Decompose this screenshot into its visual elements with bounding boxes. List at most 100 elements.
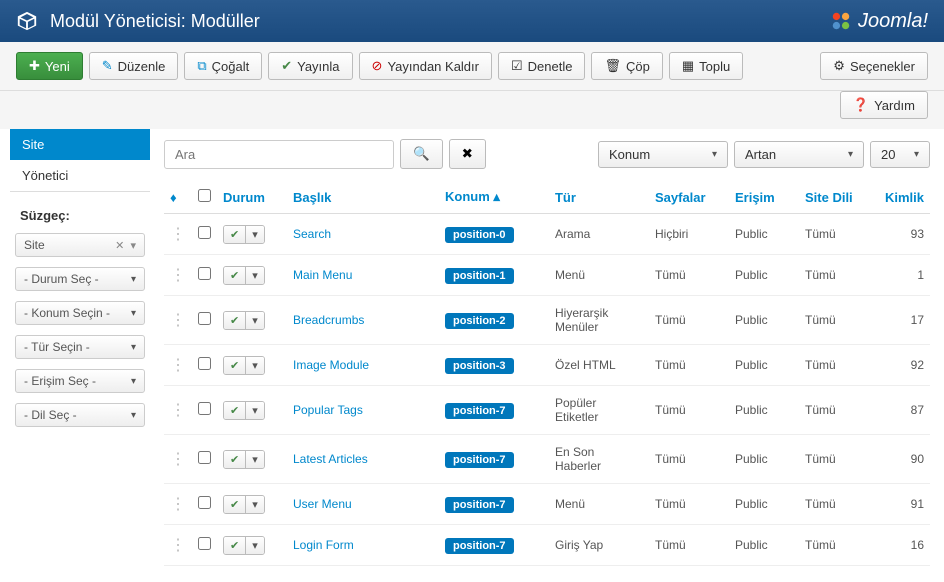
gear-icon: ⚙: [833, 58, 845, 74]
table-row: ⋮✔▾Popular Tagsposition-7Popüler Etiketl…: [164, 386, 930, 435]
batch-icon: ▦: [682, 58, 694, 74]
publish-button[interactable]: ✔Yayınla: [268, 52, 352, 80]
filter-site[interactable]: Site ✕ ▾: [15, 233, 145, 257]
drag-handle-icon[interactable]: ⋮: [170, 226, 186, 243]
sort-direction-select[interactable]: Artan▾: [734, 141, 864, 168]
row-checkbox[interactable]: [198, 496, 211, 509]
filter-type[interactable]: - Tür Seçin -▾: [15, 335, 145, 359]
module-title-link[interactable]: User Menu: [293, 497, 352, 511]
col-status[interactable]: Durum: [217, 181, 287, 214]
edit-icon: ✎: [102, 58, 113, 74]
col-id[interactable]: Kimlik: [879, 181, 930, 214]
drag-handle-icon[interactable]: ⋮: [170, 357, 186, 374]
search-button[interactable]: 🔍: [400, 139, 443, 169]
chevron-down-icon: ▾: [712, 149, 717, 160]
clear-icon[interactable]: ✕ ▾: [115, 239, 136, 252]
col-language[interactable]: Site Dili: [799, 181, 879, 214]
table-row: ⋮✔▾Searchposition-0AramaHiçbiriPublicTüm…: [164, 214, 930, 255]
drag-handle-icon[interactable]: ⋮: [170, 312, 186, 329]
chevron-down-icon: ▾: [131, 342, 136, 353]
row-checkbox[interactable]: [198, 226, 211, 239]
drag-handle-icon[interactable]: ⋮: [170, 496, 186, 513]
sidebar-tab-site[interactable]: Site: [10, 129, 150, 160]
status-toggle[interactable]: ✔▾: [223, 356, 265, 375]
drag-handle-icon[interactable]: ⋮: [170, 402, 186, 419]
filter-language[interactable]: - Dil Seç -▾: [15, 403, 145, 427]
filter-site-label: Site: [24, 238, 45, 252]
col-pages[interactable]: Sayfalar: [649, 181, 729, 214]
unpublish-button[interactable]: ⊘Yayından Kaldır: [359, 52, 492, 80]
sidebar: Site Yönetici Süzgeç: Site✕ ▾ - Durum Se…: [0, 129, 150, 576]
edit-button[interactable]: ✎Düzenle: [89, 52, 179, 80]
filter-status[interactable]: - Durum Seç - ▾: [15, 267, 145, 291]
search-icon: 🔍: [413, 146, 430, 161]
module-title-link[interactable]: Popular Tags: [293, 403, 363, 417]
main: Site Yönetici Süzgeç: Site✕ ▾ - Durum Se…: [0, 129, 944, 576]
chevron-down-icon: ▾: [131, 274, 136, 285]
drag-handle-icon[interactable]: ⋮: [170, 451, 186, 468]
cell-pages: Hiçbiri: [649, 214, 729, 255]
clear-search-button[interactable]: ✖: [449, 139, 486, 169]
status-toggle[interactable]: ✔▾: [223, 266, 265, 285]
module-title-link[interactable]: Breadcrumbs: [293, 313, 364, 327]
module-title-link[interactable]: Latest Articles: [293, 452, 368, 466]
cell-language: Tümü: [799, 214, 879, 255]
checkin-button[interactable]: ☑Denetle: [498, 52, 585, 80]
drag-handle-icon[interactable]: ⋮: [170, 537, 186, 554]
module-title-link[interactable]: Login Form: [293, 538, 354, 552]
published-icon: ✔: [224, 357, 246, 374]
batch-label: Toplu: [699, 59, 730, 74]
filter-access[interactable]: - Erişim Seç -▾: [15, 369, 145, 393]
col-position[interactable]: Konum ▴: [439, 181, 549, 214]
filter-status-label: - Durum Seç -: [24, 272, 99, 286]
select-all-checkbox[interactable]: [198, 189, 211, 202]
sidebar-tab-admin[interactable]: Yönetici: [10, 160, 150, 191]
status-toggle[interactable]: ✔▾: [223, 536, 265, 555]
chevron-down-icon: ▾: [246, 451, 264, 468]
cell-type: En Son Haberler: [549, 435, 649, 484]
cell-language: Tümü: [799, 484, 879, 525]
row-checkbox[interactable]: [198, 357, 211, 370]
status-toggle[interactable]: ✔▾: [223, 495, 265, 514]
limit-select[interactable]: 20▾: [870, 141, 930, 168]
col-title[interactable]: Başlık: [287, 181, 439, 214]
position-badge: position-2: [445, 313, 514, 329]
cell-language: Tümü: [799, 296, 879, 345]
new-button[interactable]: ✚Yeni: [16, 52, 83, 80]
position-badge: position-3: [445, 358, 514, 374]
batch-button[interactable]: ▦ Toplu: [669, 52, 743, 80]
published-icon: ✔: [224, 312, 246, 329]
row-checkbox[interactable]: [198, 402, 211, 415]
row-checkbox[interactable]: [198, 267, 211, 280]
cell-pages: Tümü: [649, 255, 729, 296]
status-toggle[interactable]: ✔▾: [223, 401, 265, 420]
status-toggle[interactable]: ✔▾: [223, 450, 265, 469]
sort-order-icon[interactable]: ♦: [170, 190, 177, 205]
duplicate-button[interactable]: ⧉Çoğalt: [184, 52, 262, 80]
module-title-link[interactable]: Search: [293, 227, 331, 241]
status-toggle[interactable]: ✔▾: [223, 225, 265, 244]
chevron-down-icon: ▾: [131, 308, 136, 319]
module-title-link[interactable]: Main Menu: [293, 268, 352, 282]
status-toggle[interactable]: ✔▾: [223, 311, 265, 330]
filter-position[interactable]: - Konum Seçin -▾: [15, 301, 145, 325]
help-button[interactable]: ❓Yardım: [840, 91, 928, 119]
cell-id: 90: [879, 435, 930, 484]
checkbox-icon: ☑: [511, 58, 523, 74]
row-checkbox[interactable]: [198, 537, 211, 550]
row-checkbox[interactable]: [198, 451, 211, 464]
sort-column-select[interactable]: Konum▾: [598, 141, 728, 168]
modules-table: ♦ Durum Başlık Konum ▴ Tür Sayfalar Eriş…: [164, 181, 930, 566]
search-input[interactable]: [164, 140, 394, 169]
table-row: ⋮✔▾User Menuposition-7MenüTümüPublicTümü…: [164, 484, 930, 525]
drag-handle-icon[interactable]: ⋮: [170, 267, 186, 284]
col-type[interactable]: Tür: [549, 181, 649, 214]
module-title-link[interactable]: Image Module: [293, 358, 369, 372]
trash-button[interactable]: 🗑Çöp: [591, 52, 662, 80]
col-access[interactable]: Erişim: [729, 181, 799, 214]
cell-language: Tümü: [799, 525, 879, 566]
row-checkbox[interactable]: [198, 312, 211, 325]
cell-access: Public: [729, 255, 799, 296]
position-badge: position-7: [445, 452, 514, 468]
options-button[interactable]: ⚙Seçenekler: [820, 52, 928, 80]
